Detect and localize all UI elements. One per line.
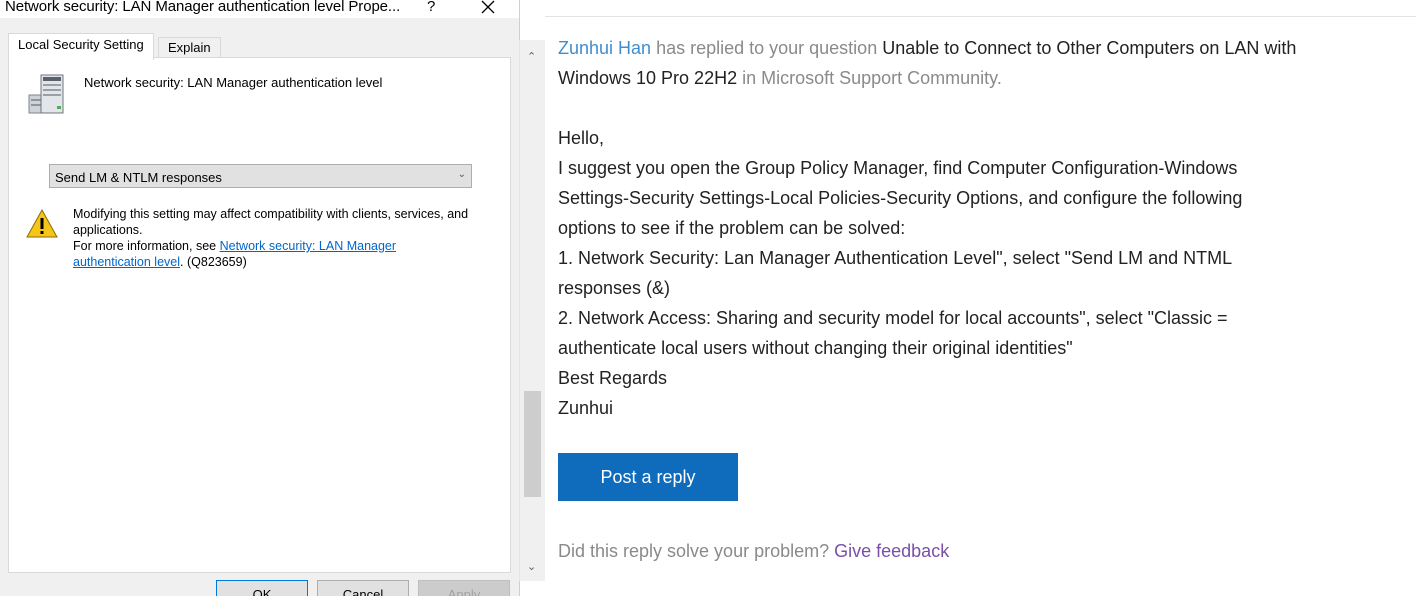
settings-panel: Network security: LAN Manager authentica…	[8, 57, 511, 573]
chevron-down-icon: ⌄	[457, 169, 466, 180]
server-icon	[27, 73, 67, 117]
email-body: Zunhui Han has replied to your question …	[545, 0, 1416, 596]
feedback-line: Did this reply solve your problem? Give …	[558, 541, 949, 562]
properties-dialog: Network security: LAN Manager authentica…	[0, 0, 520, 596]
body-step-1: 1. Network Security: Lan Manager Authent…	[558, 248, 1232, 298]
post-reply-button[interactable]: Post a reply	[558, 453, 738, 501]
email-content: Zunhui Han has replied to your question …	[558, 33, 1298, 423]
email-header-band	[545, 0, 1416, 17]
feedback-question: Did this reply solve your problem?	[558, 541, 835, 561]
ok-button[interactable]: OK	[216, 580, 308, 596]
body-step-2: 2. Network Access: Sharing and security …	[558, 308, 1228, 358]
community-text: in Microsoft Support Community.	[737, 68, 1002, 88]
more-info-prefix: For more information, see	[73, 239, 220, 253]
close-icon[interactable]	[478, 0, 498, 17]
dialog-title: Network security: LAN Manager authentica…	[5, 0, 401, 15]
tab-explain[interactable]: Explain	[158, 37, 221, 59]
kb-reference: . (Q823659)	[180, 255, 247, 269]
vertical-scrollbar[interactable]: ⌃ ⌄	[519, 40, 546, 581]
policy-name: Network security: LAN Manager authentica…	[84, 75, 383, 90]
scroll-down-icon[interactable]: ⌄	[527, 560, 536, 573]
body-paragraph: I suggest you open the Group Policy Mana…	[558, 158, 1243, 238]
cancel-button[interactable]: Cancel	[317, 580, 409, 596]
body-greeting: Hello,	[558, 128, 605, 148]
warning-icon	[26, 208, 58, 238]
tab-local-security-setting[interactable]: Local Security Setting	[8, 33, 154, 60]
selected-option: Send LM & NTLM responses	[55, 170, 222, 185]
help-button[interactable]: ?	[427, 0, 435, 15]
authentication-level-select[interactable]: Send LM & NTLM responses ⌄	[49, 164, 472, 188]
reply-notice: Zunhui Han has replied to your question …	[558, 33, 1298, 93]
scroll-thumb[interactable]	[524, 391, 541, 497]
replied-text: has replied to your question	[651, 38, 883, 58]
dialog-titlebar: Network security: LAN Manager authentica…	[0, 0, 519, 18]
replier-link[interactable]: Zunhui Han	[558, 38, 651, 58]
warning-line: Modifying this setting may affect compat…	[73, 207, 469, 237]
body-closing: Best Regards	[558, 368, 668, 388]
apply-button[interactable]: Apply	[418, 580, 510, 596]
body-signature: Zunhui	[558, 398, 614, 418]
give-feedback-link[interactable]: Give feedback	[834, 541, 949, 561]
scroll-up-icon[interactable]: ⌃	[527, 50, 536, 63]
warning-text: Modifying this setting may affect compat…	[73, 206, 473, 270]
